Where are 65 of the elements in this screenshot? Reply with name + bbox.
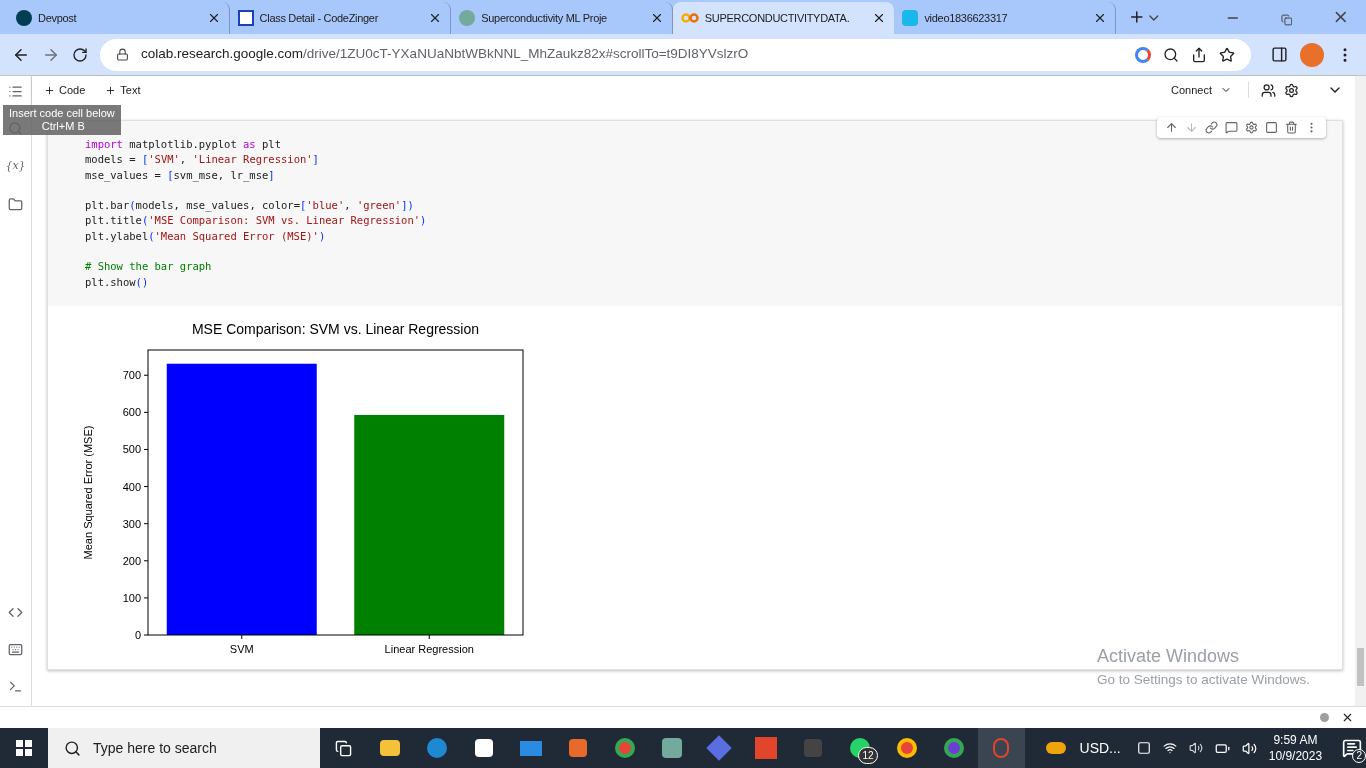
side-panel-icon[interactable]	[1271, 46, 1288, 63]
y-tick-label: 500	[122, 443, 141, 456]
code-line: mse_values = [svm_mse, lr_mse]	[85, 167, 276, 183]
close-icon[interactable]	[1341, 711, 1354, 724]
tooltip-shortcut: Ctrl+M B	[41, 120, 86, 133]
url-text: colab.research.google.com/drive/1ZU0cT-YXaNUaNbtWBkNNL_MhZaukz82x#scrollTo=t9DI8YVslzrO	[141, 45, 749, 64]
move-up-icon[interactable]	[1165, 121, 1178, 134]
square-logo-icon	[237, 10, 254, 26]
currency-text: USD...	[1079, 738, 1121, 758]
scrollbar-thumb[interactable]	[1357, 648, 1364, 686]
connect-button[interactable]: Connect	[1171, 81, 1249, 99]
chart-title: MSE Comparison: SVM vs. Linear Regression	[191, 320, 480, 337]
y-tick-label: 0	[134, 628, 141, 641]
delete-icon[interactable]	[1285, 121, 1298, 134]
comment-icon[interactable]	[1225, 121, 1238, 134]
code-line: plt.bar(models, mse_values, color=['blue', 'green'])	[85, 198, 415, 214]
y-tick-label: 700	[122, 369, 141, 382]
rings-logo-icon	[680, 13, 699, 23]
code-line: plt.show()	[85, 274, 150, 290]
link-icon[interactable]	[1205, 121, 1218, 134]
zoom-icon[interactable]	[1163, 46, 1179, 63]
y-tick-label: 600	[122, 406, 141, 419]
activation-subtitle: Go to Settings to activate Windows.	[1096, 670, 1310, 689]
notification-badge: 12	[858, 747, 878, 764]
code-line: plt.ylabel('Mean Squared Error (MSE)')	[85, 228, 327, 244]
table-of-contents-icon[interactable]	[8, 84, 23, 99]
add-text-button[interactable]: Text	[105, 81, 141, 99]
tooltip-title: Insert code cell below	[9, 107, 115, 120]
folder-icon[interactable]	[8, 196, 23, 212]
speaker-icon[interactable]	[1188, 741, 1203, 755]
search-icon	[64, 739, 81, 757]
plus-icon	[105, 84, 117, 96]
share-people-icon[interactable]	[1261, 82, 1276, 98]
code-line: # Show the bar graph	[85, 259, 213, 275]
address-field[interactable]: colab.research.google.com/drive/1ZU0cT-YXaNUaNbtWBkNNL_MhZaukz82x#scrollTo=t9DI8YVslzrO	[100, 38, 1251, 71]
y-tick-label: 200	[122, 554, 141, 567]
x-tick-label: SVM	[229, 642, 254, 655]
code-line: import matplotlib.pyplot as plt	[85, 137, 282, 152]
lock-icon	[116, 48, 129, 61]
y-tick-label: 300	[122, 517, 141, 530]
y-tick-label: 100	[122, 591, 141, 604]
browser-tab[interactable]: SUPERCONDUCTIVITYDATA.	[672, 2, 895, 34]
terminal-icon[interactable]	[8, 679, 23, 694]
activation-title: Activate Windows	[1096, 644, 1240, 668]
notification-count: 2	[1352, 749, 1366, 763]
taskbar-search-field[interactable]: Type here to search	[48, 728, 320, 768]
add-code-button[interactable]: Code	[44, 81, 86, 99]
settings-icon[interactable]	[1284, 82, 1299, 98]
x-tick-label: Linear Regression	[384, 642, 474, 655]
bookmark-icon[interactable]	[1219, 46, 1235, 63]
reload-icon[interactable]	[72, 46, 88, 63]
share-icon[interactable]	[1191, 46, 1207, 63]
variables-icon[interactable]: {x}	[5, 158, 26, 175]
volume-icon[interactable]	[1241, 740, 1257, 756]
code-line: models = ['SVM', 'Linear Regression']	[85, 152, 320, 168]
restore-icon[interactable]	[1280, 14, 1293, 26]
clock-time[interactable]: 9:59 AM	[1273, 732, 1318, 748]
wifi-icon[interactable]	[1162, 741, 1177, 755]
code-snippets-icon[interactable]	[8, 605, 23, 620]
clock-date[interactable]: 10/9/2023	[1268, 748, 1323, 764]
code-line: plt.title('MSE Comparison: SVM vs. Linear Regression')	[85, 213, 428, 229]
y-axis-label: Mean Squared Error (MSE)	[82, 425, 94, 560]
y-tick-label: 400	[122, 480, 141, 493]
command-palette-icon[interactable]	[8, 642, 23, 657]
plus-icon	[44, 84, 55, 96]
